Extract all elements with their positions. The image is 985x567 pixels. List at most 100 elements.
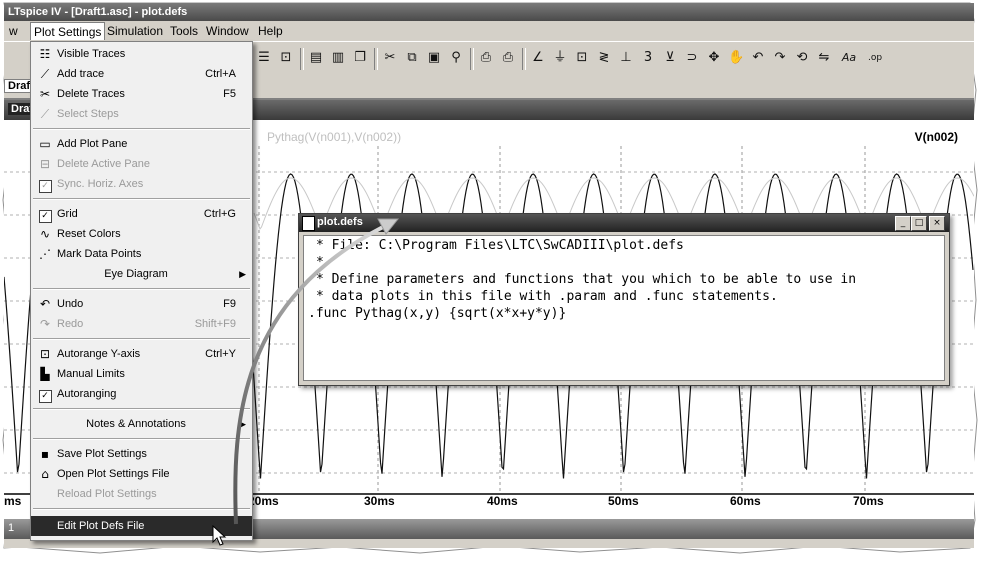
cut-icon[interactable]: ✂ [382,50,398,66]
tile-vertical-icon[interactable]: ▥ [330,50,346,66]
menu-item-notes-annotations[interactable]: Notes & Annotations ▶ [31,414,252,434]
code-line: * data plots in this file with .param an… [316,289,778,304]
screenshot-frame: LTspice IV - [Draft1.asc] - plot.defs w … [0,0,985,567]
menu-item-manual-limits[interactable]: ▙ Manual Limits [31,364,252,384]
editor-title-bar[interactable]: plot.defs _ □ × [299,214,949,232]
menu-item-open-plot-settings-file[interactable]: ⌂ Open Plot Settings File [31,464,252,484]
menu-window[interactable]: Window [203,22,252,40]
window-title: LTspice IV - [Draft1.asc] - plot.defs [4,3,974,21]
redo-icon[interactable]: ↷ [772,50,788,66]
code-line: * Define parameters and functions that y… [316,272,857,287]
x-tick-label: 60ms [730,494,761,508]
menu-separator [33,288,250,290]
x-tick-label: 30ms [364,494,395,508]
x-tick-label: 70ms [853,494,884,508]
resistor-icon[interactable]: ≷ [596,50,612,66]
tile-horizontal-icon[interactable]: ▤ [308,50,324,66]
undo-icon: ↶ [39,297,51,311]
menu-view[interactable]: w [6,22,21,40]
mirror-icon[interactable]: ⇋ [816,50,832,66]
menu-item-delete-traces[interactable]: ✂ Delete Traces F5 [31,84,252,104]
menu-item-select-steps: ⟋ Select Steps [31,104,252,124]
ground-icon[interactable]: ⏚ [552,50,568,66]
autorange-icon: ⊡ [39,347,51,361]
mouse-cursor-icon [212,525,227,546]
save-icon: ▪ [40,447,50,461]
menu-item-save-plot-settings[interactable]: ▪ Save Plot Settings [31,444,252,464]
trace-label-vn002[interactable]: V(n002) [915,130,958,144]
menu-help[interactable]: Help [255,22,286,40]
diode-icon[interactable]: ⊻ [662,50,678,66]
add-pane-icon: ▭ [39,137,51,151]
find-icon[interactable]: ⚲ [448,50,464,66]
label-icon[interactable]: ⊡ [574,50,590,66]
x-tick-label: 50ms [608,494,639,508]
menu-separator [33,438,250,440]
status-text: 1 [8,522,15,534]
menu-item-autoranging[interactable]: ✓ Autoranging [31,384,252,404]
capacitor-icon[interactable]: ⊥ [618,50,634,66]
inductor-icon[interactable]: 3 [640,50,656,66]
editor-text-area[interactable]: * File: C:\Program Files\LTC\SwCADIII\pl… [303,235,945,381]
menu-bar: w Plot Settings Simulation Tools Window … [4,22,974,40]
editor-title: plot.defs [317,216,363,228]
checkbox-icon: ✓ [37,176,53,193]
rotate-icon[interactable]: ⟲ [794,50,810,66]
add-trace-icon: ⟋ [40,67,50,81]
delete-pane-icon: ⊟ [39,157,51,171]
autorange-icon[interactable]: ⊡ [278,50,294,66]
menu-item-reset-colors[interactable]: ∿ Reset Colors [31,224,252,244]
maximize-button[interactable]: □ [911,216,927,231]
spice-directive-icon[interactable]: .op [864,50,886,66]
checkbox-icon: ✓ [37,386,53,403]
print-preview-icon[interactable]: ⎙ [478,50,494,66]
move-icon[interactable]: ✥ [706,50,722,66]
print-icon[interactable]: ⎙ [500,50,516,66]
code-line: * File: C:\Program Files\LTC\SwCADIII\pl… [316,238,684,253]
visible-traces-icon[interactable]: ☰ [256,50,272,66]
menu-item-reload-plot-settings: Reload Plot Settings [57,488,157,500]
undo-icon[interactable]: ↶ [750,50,766,66]
menu-tools[interactable]: Tools [167,22,201,40]
redo-icon: ↷ [39,317,51,331]
wire-icon[interactable]: ∠ [530,50,546,66]
cascade-icon[interactable]: ❐ [352,50,368,66]
menu-item-sync-horiz-axes: ✓ Sync. Horiz. Axes [31,174,252,194]
submenu-arrow-icon: ▶ [239,269,246,279]
component-icon[interactable]: ⊃ [684,50,700,66]
minimize-button[interactable]: _ [895,216,911,231]
menu-item-eye-diagram[interactable]: Eye Diagram ▶ [31,264,252,284]
menu-item-autorange-y-axis[interactable]: ⊡ Autorange Y-axis Ctrl+Y [31,344,252,364]
code-line: * [316,255,324,270]
menu-separator [33,198,250,200]
open-folder-icon: ⌂ [41,467,49,481]
menu-item-add-trace[interactable]: ⟋ Add trace Ctrl+A [31,64,252,84]
menu-item-delete-active-pane: ⊟ Delete Active Pane [31,154,252,174]
menu-separator [33,508,250,510]
visible-traces-icon: ☷ [39,47,51,61]
menu-item-grid[interactable]: ✓ Grid Ctrl+G [31,204,252,224]
menu-separator [33,408,250,410]
menu-item-visible-traces[interactable]: ☷ Visible Traces [31,44,252,64]
plot-settings-menu: ☷ Visible Traces ⟋ Add trace Ctrl+A ✂ De… [30,41,253,541]
menu-item-undo[interactable]: ↶ Undo F9 [31,294,252,314]
menu-item-mark-data-points[interactable]: ⋰ Mark Data Points [31,244,252,264]
trace-label-pythag[interactable]: Pythag(V(n001),V(n002)) [267,130,401,144]
drag-icon[interactable]: ✋ [728,50,744,66]
checkbox-icon: ✓ [37,206,53,223]
mark-points-icon: ⋰ [39,247,51,261]
toolbar-separator [470,48,474,70]
menu-simulation[interactable]: Simulation [104,22,166,40]
reset-colors-icon: ∿ [39,227,51,241]
paste-icon[interactable]: ▣ [426,50,442,66]
menu-item-add-plot-pane[interactable]: ▭ Add Plot Pane [31,134,252,154]
close-button[interactable]: × [929,216,945,231]
plot-defs-editor-window[interactable]: plot.defs _ □ × * File: C:\Program Files… [298,213,950,386]
code-line: .func Pythag(x,y) {sqrt(x*x+y*y)} [308,306,567,321]
text-icon[interactable]: Aa [838,50,860,66]
toolbar-separator [374,48,378,70]
select-steps-icon: ⟋ [40,107,50,121]
menu-plot-settings[interactable]: Plot Settings [30,22,106,40]
copy-icon[interactable]: ⧉ [404,50,420,66]
x-tick-label: ms [4,494,22,508]
